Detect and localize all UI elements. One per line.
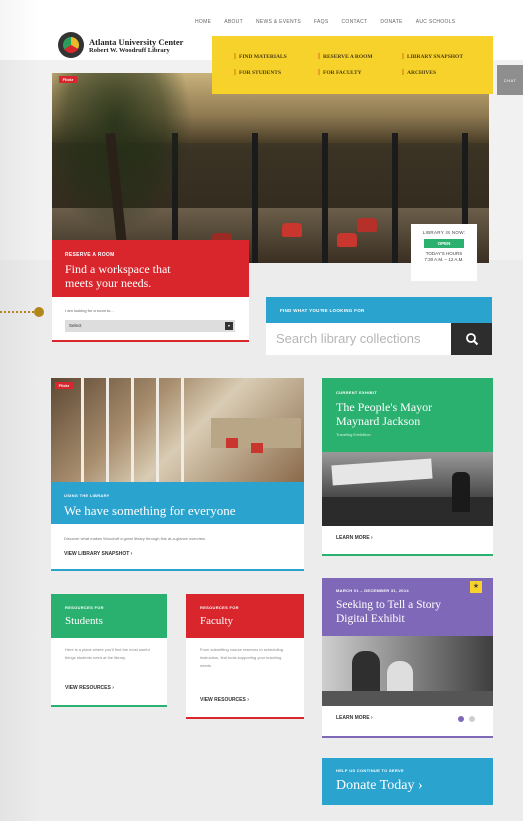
utility-nav: HOME ABOUT NEWS & EVENTS FAQS CONTACT DO… <box>195 19 468 25</box>
donate-headline: Donate Today › <box>336 778 423 793</box>
menu-for-students[interactable]: FOR STUDENTS <box>234 69 281 76</box>
menu-for-students-label: FOR STUDENTS <box>239 70 282 76</box>
menu-for-faculty-label: FOR FACULTY <box>323 70 362 76</box>
donate-eyebrow: HELP US CONTINUE TO SERVE <box>336 768 404 773</box>
reserve-headline-line-1: Find a workspace that <box>65 262 171 276</box>
using-library-card: Flickr USING THE LIBRARY We have somethi… <box>51 378 304 571</box>
reserve-eyebrow: RESERVE A ROOM <box>65 252 115 258</box>
students-resources-link[interactable]: VIEW RESOURCES › <box>65 685 114 691</box>
menu-find-materials-label: FIND MATERIALS <box>239 54 287 60</box>
nav-home[interactable]: HOME <box>195 19 211 25</box>
chevron-down-icon: ▾ <box>225 322 233 330</box>
faculty-card: RESOURCES FOR Faculty From submitting co… <box>186 594 304 719</box>
reserve-room-card: RESERVE A ROOM Find a workspace that mee… <box>52 240 249 297</box>
story-headline-line-2: Digital Exhibit <box>336 613 405 625</box>
room-select-value: Select <box>69 323 82 328</box>
logo-text: Atlanta University Center Robert W. Wood… <box>89 37 183 54</box>
logo-mark-icon <box>58 32 84 58</box>
search-eyebrow: FIND WHAT YOU'RE LOOKING FOR <box>280 308 365 313</box>
exhibit-headline: The People's Mayor Maynard Jackson <box>336 400 432 428</box>
menu-reserve-room[interactable]: RESERVE A ROOM <box>318 53 373 60</box>
room-select[interactable]: Select ▾ <box>65 320 235 332</box>
view-snapshot-link[interactable]: VIEW LIBRARY SNAPSHOT › <box>64 551 132 557</box>
exhibit-subtitle: Traveling Exhibition <box>336 432 371 437</box>
story-headline: Seeking to Tell a Story Digital Exhibit <box>336 598 441 626</box>
using-description: Discover what makes Woodruff a great lib… <box>64 536 206 541</box>
faculty-resources-link[interactable]: VIEW RESOURCES › <box>200 697 249 703</box>
reserve-headline: Find a workspace that meets your needs. <box>65 262 171 290</box>
menu-archives-label: ARCHIVES <box>407 70 437 76</box>
status-label: LIBRARY IS NOW: <box>422 230 466 235</box>
story-learn-more-link[interactable]: LEARN MORE › <box>336 715 373 721</box>
search-placeholder: Search library collections <box>276 331 421 346</box>
faculty-headline: Faculty <box>200 615 233 627</box>
exhibit-image <box>322 452 493 526</box>
pager-dot[interactable] <box>469 716 475 722</box>
reserve-headline-line-2: meets your needs. <box>65 276 152 290</box>
site-logo[interactable]: Atlanta University Center Robert W. Wood… <box>58 32 183 58</box>
using-band: USING THE LIBRARY We have something for … <box>51 482 304 524</box>
students-band: RESOURCES FOR Students <box>51 594 167 638</box>
students-eyebrow: RESOURCES FOR <box>65 605 104 610</box>
using-tag: Flickr <box>55 382 73 389</box>
search-icon <box>465 333 478 346</box>
exhibit-band: CURRENT EXHIBIT The People's Mayor Mayna… <box>322 378 493 452</box>
story-headline-line-1: Seeking to Tell a Story <box>336 599 442 611</box>
library-interior-image: Flickr <box>51 378 304 482</box>
reserve-form: I am looking for a room to... Select ▾ <box>52 297 249 342</box>
page: HOME ABOUT NEWS & EVENTS FAQS CONTACT DO… <box>0 0 523 821</box>
exhibit-headline-line-1: The People's Mayor <box>336 400 433 414</box>
search-input[interactable]: Search library collections <box>266 323 451 355</box>
search-button[interactable] <box>451 323 492 355</box>
logo-line-1: Atlanta University Center <box>89 36 184 47</box>
faculty-band: RESOURCES FOR Faculty <box>186 594 304 638</box>
menu-for-faculty[interactable]: FOR FACULTY <box>318 69 362 76</box>
exhibit-learn-more-link[interactable]: LEARN MORE › <box>336 535 373 541</box>
nav-auc-schools[interactable]: AUC SCHOOLS <box>416 19 456 25</box>
hours-value: 7:30 A.M. – 12 A.M. <box>424 257 464 262</box>
menu-library-snapshot-label: LIBRARY SNAPSHOT <box>407 54 463 60</box>
using-eyebrow: USING THE LIBRARY <box>64 493 110 498</box>
faculty-eyebrow: RESOURCES FOR <box>200 605 239 610</box>
search-band: FIND WHAT YOU'RE LOOKING FOR <box>266 297 492 323</box>
library-status: LIBRARY IS NOW: OPEN TODAY'S HOURS 7:30 … <box>411 224 477 281</box>
donate-card[interactable]: HELP US CONTINUE TO SERVE Donate Today › <box>322 758 493 805</box>
carousel-pager <box>458 716 475 722</box>
students-description: Here is a place where you'll find the mo… <box>65 647 150 660</box>
nav-news-events[interactable]: NEWS & EVENTS <box>256 19 301 25</box>
hero-tag: Flickr <box>59 76 77 83</box>
search-panel: FIND WHAT YOU'RE LOOKING FOR Search libr… <box>266 297 492 357</box>
logo-line-2: Robert W. Woodruff Library <box>89 46 170 54</box>
pager-dot-active[interactable] <box>458 716 464 722</box>
current-exhibit-card: CURRENT EXHIBIT The People's Mayor Mayna… <box>322 378 493 556</box>
room-select-label: I am looking for a room to... <box>65 308 114 313</box>
status-badge: OPEN <box>424 239 464 248</box>
main-menu: FIND MATERIALS RESERVE A ROOM LIBRARY SN… <box>212 36 493 94</box>
students-card: RESOURCES FOR Students Here is a place w… <box>51 594 167 707</box>
story-image <box>322 636 493 706</box>
menu-library-snapshot[interactable]: LIBRARY SNAPSHOT <box>402 53 463 60</box>
menu-archives[interactable]: ARCHIVES <box>402 69 436 76</box>
story-band: MARCH 01 – DECEMBER 31, 2014 Seeking to … <box>322 578 493 636</box>
menu-reserve-room-label: RESERVE A ROOM <box>323 54 373 60</box>
students-headline: Students <box>65 615 103 627</box>
faculty-description: From submitting course reserves to sched… <box>200 647 283 668</box>
chat-tab[interactable]: CHAT <box>497 65 523 95</box>
using-headline: We have something for everyone <box>64 503 236 518</box>
menu-find-materials[interactable]: FIND MATERIALS <box>234 53 287 60</box>
nav-faqs[interactable]: FAQS <box>314 19 329 25</box>
story-exhibit-card: MARCH 01 – DECEMBER 31, 2014 Seeking to … <box>322 578 493 738</box>
exhibit-headline-line-2: Maynard Jackson <box>336 414 421 428</box>
star-icon[interactable]: ★ <box>470 581 482 593</box>
story-eyebrow: MARCH 01 – DECEMBER 31, 2014 <box>336 588 409 593</box>
exhibit-eyebrow: CURRENT EXHIBIT <box>336 390 377 395</box>
nav-about[interactable]: ABOUT <box>224 19 243 25</box>
page-shadow <box>0 0 40 821</box>
nav-contact[interactable]: CONTACT <box>342 19 368 25</box>
annotation-dot <box>34 307 44 317</box>
nav-donate[interactable]: DONATE <box>380 19 402 25</box>
